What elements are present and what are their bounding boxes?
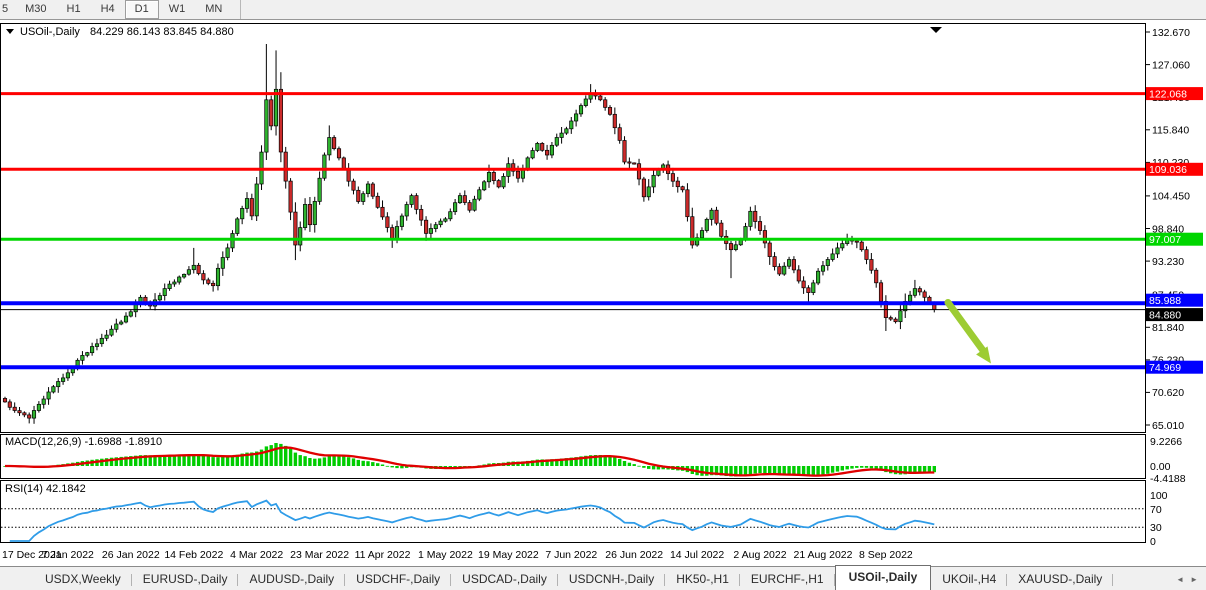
tab-scroll-left-icon[interactable]: ◄ [1176,575,1184,584]
price-tick-label: 81.840 [1152,322,1184,334]
date-tick-label: 26 Jun 2022 [605,549,663,561]
date-tick-label: 1 May 2022 [418,549,473,561]
tab-scroll-right-icon[interactable]: ► [1190,575,1198,584]
tab-usdx-weekly[interactable]: USDX,Weekly [34,568,132,590]
price-chart[interactable]: 132.670127.060121.450115.840110.230104.4… [0,20,1206,566]
rsi-label: RSI(14) 42.1842 [5,483,86,495]
date-tick-label: 23 Mar 2022 [290,549,349,561]
tab-eurusd-daily[interactable]: EURUSD-,Daily [132,568,239,590]
chart-title-ohlc: 84.229 86.143 83.845 84.880 [90,26,234,38]
macd-axis-label: 9.2266 [1150,436,1182,448]
toolbar-separator [240,0,241,19]
tab-usdchf-daily[interactable]: USDCHF-,Daily [345,568,451,590]
tab-eurchf-h1[interactable]: EURCHF-,H1 [740,568,835,590]
chart-area: 132.670127.060121.450115.840110.230104.4… [0,20,1206,566]
timeframe-h4-button[interactable]: H4 [91,0,125,19]
tab-xauusd-daily[interactable]: XAUUSD-,Daily [1007,568,1113,590]
date-tick-label: 11 Apr 2022 [355,549,411,561]
symbol-tab-bar: USDX,Weekly EURUSD-,Daily AUDUSD-,Daily … [0,566,1206,590]
timeframe-h1-button[interactable]: H1 [57,0,91,19]
price-tick-label: 65.010 [1152,420,1184,432]
tab-ukoil-h4[interactable]: UKOil-,H4 [931,568,1007,590]
main-panel-frame [1,24,1146,433]
timeframe-mn-button[interactable]: MN [195,0,232,19]
date-tick-label: 8 Sep 2022 [859,549,913,561]
timeframe-toolbar: 5 M30 H1 H4 D1 W1 MN [0,0,1206,20]
timeframe-w1-button[interactable]: W1 [159,0,196,19]
rsi-panel-frame [1,481,1146,543]
date-tick-label: 7 Jun 2022 [545,549,597,561]
macd-axis-label: -4.4188 [1150,473,1186,485]
timeframe-m5-button[interactable]: 5 [0,0,15,19]
tab-usdcad-daily[interactable]: USDCAD-,Daily [451,568,558,590]
timeframe-m30-button[interactable]: M30 [15,0,56,19]
price-tick-label: 132.670 [1152,27,1190,39]
rsi-axis-label: 70 [1150,504,1162,516]
price-tag-label: 74.969 [1149,362,1181,374]
rsi-axis-label: 30 [1150,522,1162,534]
date-tick-label: 7 Jan 2022 [42,549,94,561]
tab-hk50-h1[interactable]: HK50-,H1 [665,568,740,590]
rsi-axis-label: 100 [1150,490,1168,502]
tab-scroll-controls: ◄ ► [1176,575,1206,584]
price-tick-label: 93.230 [1152,256,1184,268]
price-tick-label: 104.450 [1152,191,1190,203]
chart-title-symbol: USOil-,Daily [20,26,80,38]
trading-terminal-window: 5 M30 H1 H4 D1 W1 MN 132.670127.060121.4… [0,0,1206,590]
price-tick-label: 70.620 [1152,387,1184,399]
price-tag-label: 109.036 [1149,164,1187,176]
date-tick-label: 4 Mar 2022 [230,549,283,561]
rsi-axis-label: 0 [1150,536,1156,548]
tab-usdcnh-daily[interactable]: USDCNH-,Daily [558,568,665,590]
price-tag-label: 85.988 [1149,295,1181,307]
date-tick-label: 14 Jul 2022 [670,549,724,561]
timeframe-d1-button[interactable]: D1 [125,0,159,19]
date-tick-label: 26 Jan 2022 [102,549,160,561]
tab-audusd-daily[interactable]: AUDUSD-,Daily [238,568,345,590]
macd-axis-label: 0.00 [1150,461,1171,473]
price-tick-label: 127.060 [1152,59,1190,71]
tab-usoil-daily[interactable]: USOil-,Daily [835,565,932,590]
price-tick-label: 115.840 [1152,125,1189,137]
date-tick-label: 19 May 2022 [478,549,539,561]
date-tick-label: 2 Aug 2022 [733,549,786,561]
date-tick-label: 14 Feb 2022 [164,549,223,561]
price-tag-label: 97.007 [1149,234,1181,246]
date-tick-label: 21 Aug 2022 [794,549,853,561]
price-tag-label: 84.880 [1149,309,1181,321]
macd-label: MACD(12,26,9) -1.6988 -1.8910 [5,436,162,448]
price-tag-label: 122.068 [1149,88,1187,100]
